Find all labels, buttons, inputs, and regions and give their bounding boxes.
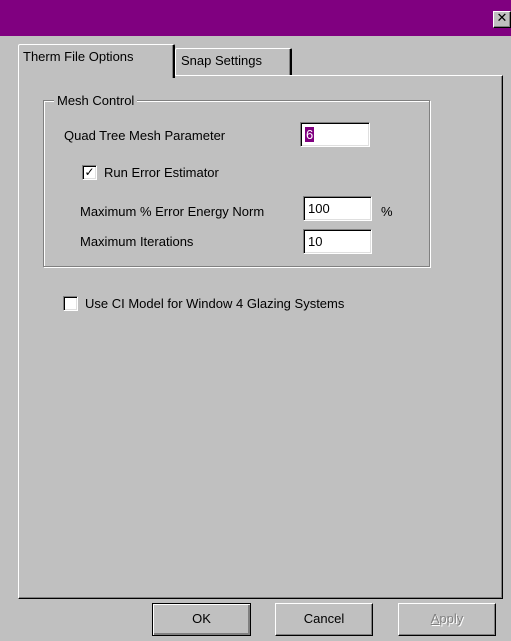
max-iterations-input[interactable]: 10 <box>303 229 372 254</box>
run-error-checkbox[interactable]: ✓ <box>82 165 97 180</box>
run-error-label: Run Error Estimator <box>104 165 219 180</box>
cancel-button[interactable]: Cancel <box>275 603 373 636</box>
tab-snap-settings[interactable]: Snap Settings <box>175 48 292 76</box>
ci-model-label: Use CI Model for Window 4 Glazing System… <box>85 296 345 311</box>
tab-label: Snap Settings <box>181 53 262 68</box>
apply-label: pply <box>439 611 464 626</box>
ok-button[interactable]: OK <box>152 603 251 636</box>
cancel-label: Cancel <box>303 611 345 626</box>
max-iterations-label: Maximum Iterations <box>80 234 194 249</box>
max-error-input[interactable]: 100 <box>303 196 372 221</box>
tab-therm-file-options[interactable]: Therm File Options <box>18 44 175 78</box>
mesh-control-label: Mesh Control <box>54 93 138 109</box>
quad-tree-input[interactable]: 6 <box>300 122 370 147</box>
max-error-label: Maximum % Error Energy Norm <box>80 204 265 219</box>
apply-button[interactable]: Apply <box>398 603 496 636</box>
max-iterations-value: 10 <box>308 234 323 249</box>
max-error-unit: % <box>381 204 393 219</box>
dialog: Snap Settings Therm File Options Mesh Co… <box>0 36 511 641</box>
checkmark-icon: ✓ <box>84 165 95 179</box>
tab-label: Therm File Options <box>23 49 134 64</box>
title-bar: ✕ <box>0 0 511 36</box>
ci-model-checkbox[interactable] <box>63 296 78 311</box>
close-button[interactable]: ✕ <box>493 11 511 28</box>
ok-label: OK <box>192 611 211 626</box>
max-error-value: 100 <box>308 201 330 216</box>
quad-tree-label: Quad Tree Mesh Parameter <box>64 128 226 143</box>
quad-tree-value: 6 <box>305 127 315 142</box>
close-icon: ✕ <box>496 11 508 26</box>
